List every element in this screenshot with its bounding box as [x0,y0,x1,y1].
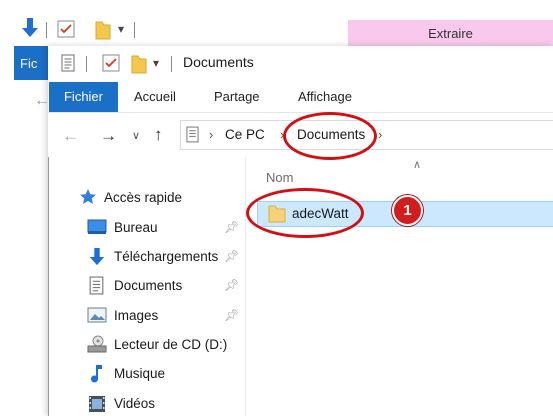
quick-access-dropdown-icon[interactable]: ▾ [118,22,124,36]
document-icon [61,54,75,75]
window-title: Documents [183,54,254,70]
forward-arrow-icon[interactable]: → [100,126,117,146]
extract-tool-tab[interactable]: Extraire [348,20,553,46]
download-arrow-icon [88,246,106,271]
new-folder-icon[interactable] [95,20,111,43]
music-note-icon [89,363,105,386]
nav-item-images[interactable]: Images [114,302,158,328]
new-folder-icon[interactable] [131,54,147,77]
step-badge: 1 [392,195,423,226]
properties-check-icon[interactable] [102,54,120,75]
cd-drive-icon [87,335,107,356]
video-icon [88,395,106,416]
pin-icon[interactable]: 📌︎ [224,308,239,322]
sort-ascending-icon: ∧ [413,159,422,171]
separator [46,22,47,38]
document-icon [89,276,104,298]
tab-accueil[interactable]: Accueil [134,82,176,112]
properties-check-icon[interactable] [57,20,75,41]
nav-item-documents[interactable]: Documents [114,272,182,298]
breadcrumb-ce-pc[interactable]: Ce PC [225,127,265,142]
download-arrow-icon [20,16,40,43]
pin-icon[interactable]: 📌︎ [224,278,239,292]
pin-icon[interactable]: 📌︎ [224,220,239,234]
pictures-icon [87,307,107,326]
separator [171,56,172,72]
column-header-name[interactable]: Nom [266,170,293,185]
nav-item-musique[interactable]: Musique [114,360,165,386]
highlight-circle [246,188,364,238]
background-nav-strip [14,80,49,416]
tab-affichage[interactable]: Affichage [298,82,352,112]
quick-access-star-icon [79,188,97,209]
highlight-circle [283,112,377,160]
nav-quick-access[interactable]: Accès rapide [104,184,182,210]
document-icon [186,126,199,146]
nav-item-telechargements[interactable]: Téléchargements [114,243,220,269]
tab-partage[interactable]: Partage [214,82,260,112]
nav-item-videos[interactable]: Vidéos [114,390,155,416]
recent-locations-chevron-icon[interactable]: ∨ [132,129,140,142]
quick-access-dropdown-icon[interactable]: ▾ [153,56,159,70]
up-arrow-icon[interactable]: ↑ [154,125,163,145]
title-bar [48,46,553,82]
nav-item-cd-drive[interactable]: Lecteur de CD (D:) [114,331,227,357]
tab-fichier[interactable]: Fichier [49,82,118,112]
nav-item-bureau[interactable]: Bureau [114,214,158,240]
pin-icon[interactable]: 📌︎ [224,249,239,263]
breadcrumb-chevron-icon[interactable]: › [378,127,382,142]
separator [134,22,135,38]
back-arrow-icon[interactable]: ← [62,126,79,146]
breadcrumb-chevron-icon[interactable]: › [209,127,213,142]
desktop-icon [87,219,107,238]
separator [86,56,87,72]
